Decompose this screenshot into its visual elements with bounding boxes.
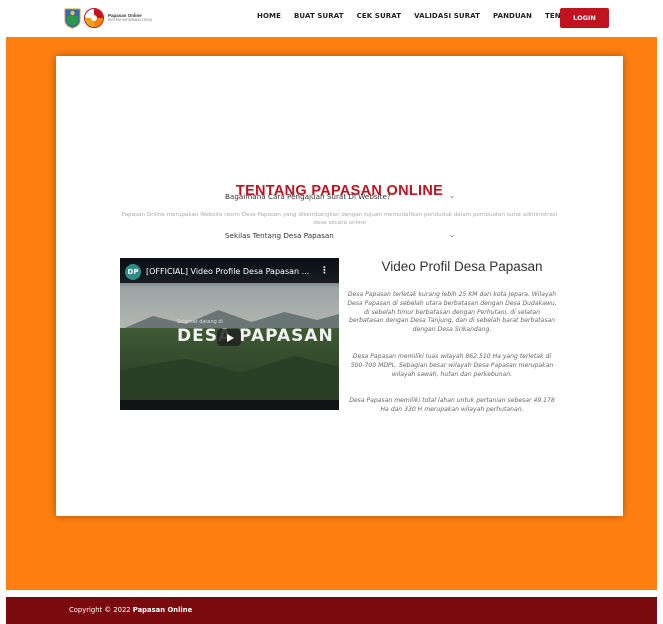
play-button[interactable] bbox=[217, 329, 241, 346]
play-icon bbox=[226, 333, 234, 342]
brand-subtitle: SISTEM INFORMASI DESA bbox=[108, 18, 152, 22]
nav-validasi-surat[interactable]: VALIDASI SURAT bbox=[414, 12, 480, 20]
copyright-prefix: Copyright © 2022 bbox=[69, 606, 133, 614]
accordion-label: Sekilas Tentang Desa Papasan bbox=[225, 230, 334, 240]
brand-logo[interactable]: Papasan Online SISTEM INFORMASI DESA bbox=[64, 7, 152, 29]
accordion-cara-pengajuan[interactable]: Bagaimana Cara Pengajuan Surat Di Websit… bbox=[225, 186, 455, 206]
nav-panduan[interactable]: PANDUAN bbox=[493, 12, 532, 20]
accordion-sekilas-desa[interactable]: Sekilas Tentang Desa Papasan ⌄ bbox=[225, 225, 455, 245]
accordion-label: Bagaimana Cara Pengajuan Surat Di Websit… bbox=[225, 191, 391, 201]
video-bottom-bar bbox=[120, 400, 339, 410]
chevron-down-icon: ⌄ bbox=[449, 192, 455, 200]
profile-paragraph: Desa Papasan terletak kurang lebih 25 KM… bbox=[347, 291, 557, 334]
footer: Copyright © 2022 Papasan Online bbox=[6, 597, 657, 624]
video-title[interactable]: [OFFICIAL] Video Profile Desa Papasan ..… bbox=[146, 267, 309, 276]
copyright-text: Copyright © 2022 Papasan Online bbox=[69, 606, 192, 614]
more-options-icon[interactable]: ⋮ bbox=[320, 266, 329, 276]
nav-menu: HOME BUAT SURAT CEK SURAT VALIDASI SURAT… bbox=[257, 12, 595, 20]
video-overlay-caption: Selamat datang di bbox=[177, 319, 223, 325]
channel-avatar[interactable]: DP bbox=[125, 264, 141, 280]
regency-crest-icon bbox=[64, 8, 81, 29]
nav-cek-surat[interactable]: CEK SURAT bbox=[357, 12, 401, 20]
profile-title: Video Profil Desa Papasan bbox=[381, 259, 543, 274]
papasan-logo-icon bbox=[84, 8, 104, 28]
nav-home[interactable]: HOME bbox=[257, 12, 281, 20]
chevron-down-icon: ⌄ bbox=[449, 231, 455, 239]
profile-paragraph: Desa Papasan memiliki total lahan untuk … bbox=[349, 397, 555, 413]
profile-paragraph: Desa Papasan memiliki luas wilayah 862.5… bbox=[350, 353, 554, 378]
video-player[interactable]: DP [OFFICIAL] Video Profile Desa Papasan… bbox=[120, 258, 339, 410]
nav-buat-surat[interactable]: BUAT SURAT bbox=[294, 12, 344, 20]
copyright-brand[interactable]: Papasan Online bbox=[133, 606, 192, 614]
video-overlay-title: DESA PAPASAN bbox=[177, 326, 334, 346]
login-button[interactable]: LOGIN bbox=[560, 8, 609, 28]
navbar: Papasan Online SISTEM INFORMASI DESA HOM… bbox=[0, 0, 663, 37]
about-card: TENTANG PAPASAN ONLINE Papasan Online me… bbox=[56, 56, 623, 516]
